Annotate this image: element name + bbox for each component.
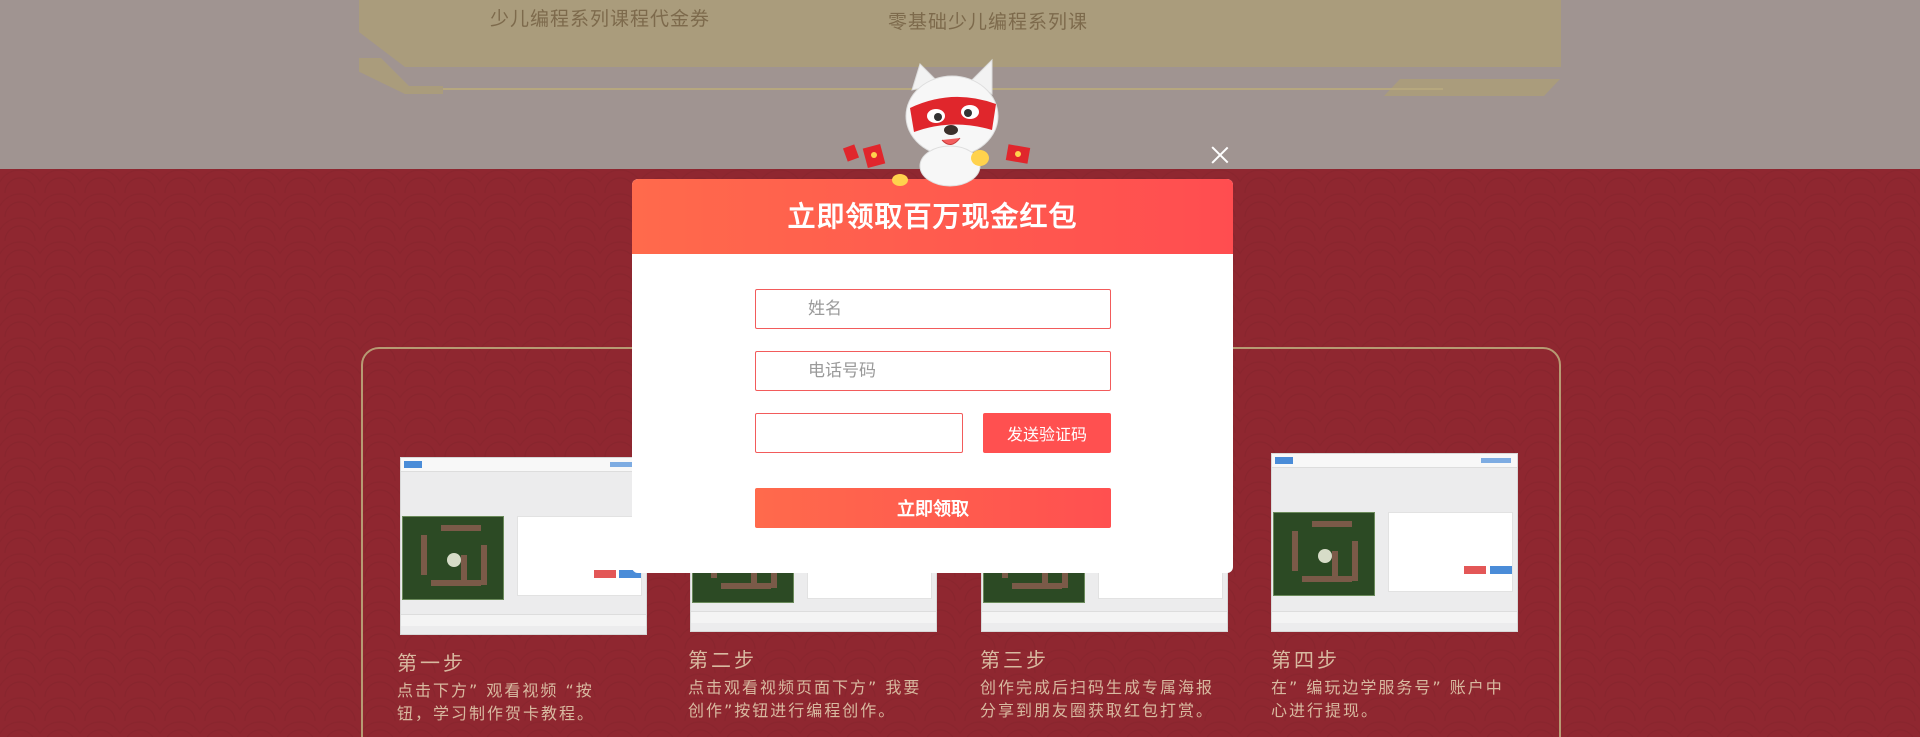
claim-now-button[interactable]: 立即领取	[755, 488, 1111, 528]
send-code-button[interactable]: 发送验证码	[983, 413, 1111, 453]
name-input[interactable]	[755, 289, 1111, 329]
close-icon[interactable]	[1208, 143, 1232, 167]
dog-mascot	[842, 58, 1031, 187]
phone-input[interactable]	[755, 351, 1111, 391]
red-envelope-modal: 立即领取百万现金红包 发送验证码 立即领取	[632, 179, 1233, 573]
verification-code-input[interactable]	[755, 413, 963, 453]
